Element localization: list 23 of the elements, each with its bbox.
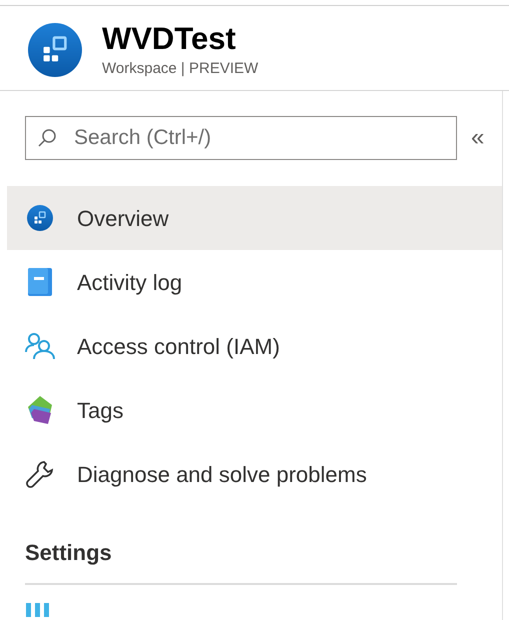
menu-item-label: Activity log [77,268,182,297]
menu-item-label: Tags [77,396,124,425]
search-icon [37,128,57,148]
section-heading: Settings [25,539,113,567]
collapse-button[interactable]: « [471,126,484,150]
search-field[interactable]: Search (Ctrl+/) [25,116,457,160]
menu-item[interactable]: Tags [7,378,502,442]
people-icon [25,332,55,360]
menu-item-label: Access control (IAM) [77,332,280,360]
menu-item[interactable]: Access control (IAM) [7,314,502,378]
book-icon [27,267,53,297]
resource-subtitle: Workspace | PREVIEW [102,59,258,79]
menu-item[interactable]: Activity log [7,250,502,314]
wrench-icon [26,460,54,488]
menu-item-label: Diagnose and solve problems [77,460,367,489]
workspace-icon [28,23,82,77]
resource-title: WVDTest [102,20,237,58]
bars-icon [25,603,51,617]
tag-icon [26,395,54,425]
menu-item[interactable]: Overview [7,186,502,250]
menu-item-label: Overview [77,204,169,232]
menu-item[interactable]: Diagnose and solve problems [7,442,502,506]
workspace-icon [27,205,53,231]
